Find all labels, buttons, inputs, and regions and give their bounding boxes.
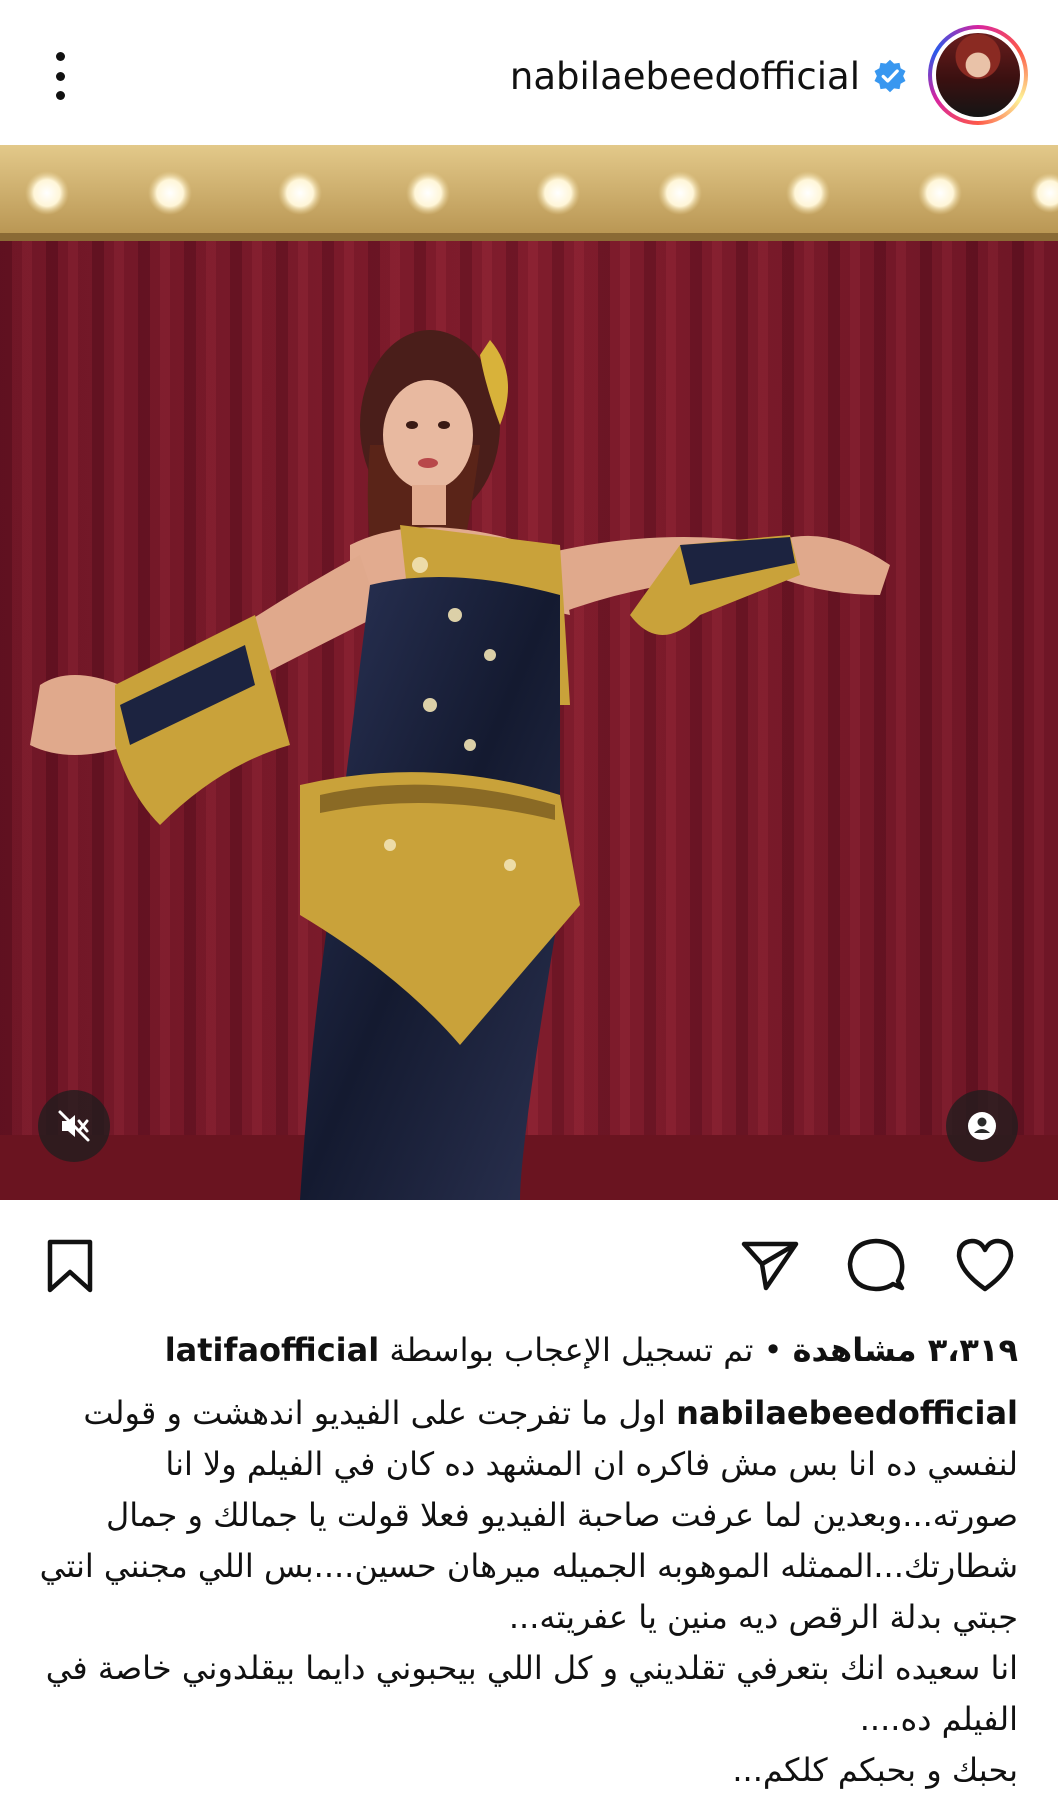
video-frame [0, 145, 1058, 1200]
view-count: ٣،٣١٩ مشاهدة [792, 1331, 1018, 1369]
mute-toggle-button[interactable] [38, 1090, 110, 1162]
post-stats: ٣،٣١٩ مشاهدة • تم تسجيل الإعجاب بواسطة l… [18, 1328, 1018, 1372]
heart-icon[interactable] [955, 1236, 1015, 1296]
caption-line: لنفسي ده انا بس مش فاكره ان المشهد ده كا… [165, 1445, 1018, 1483]
liked-by-user[interactable]: latifaofficial [165, 1331, 380, 1369]
post-header: nabilaebeedofficial [0, 0, 1058, 145]
comment-bubble-icon[interactable] [846, 1236, 906, 1296]
caption-author[interactable]: nabilaebeedofficial [676, 1394, 1018, 1432]
profile-avatar[interactable] [928, 25, 1028, 125]
post-actions [0, 1200, 1058, 1320]
post-author[interactable]: nabilaebeedofficial [510, 48, 908, 104]
caption-text: اول ما تفرجت على الفيديو اندهشت و قولت [83, 1394, 666, 1432]
send-paper-plane-icon[interactable] [740, 1236, 800, 1296]
post-video[interactable] [0, 145, 1058, 1200]
caption-line: بحبك و بحبكم كلكم... [732, 1751, 1018, 1789]
caption-line: جبتي بدلة الرقص ديه منين يا عفريته... [508, 1598, 1018, 1636]
author-username[interactable]: nabilaebeedofficial [510, 55, 860, 98]
caption-line: nabilaebeedofficial اول ما تفرجت على الف… [18, 1388, 1018, 1439]
tagged-users-button[interactable] [946, 1090, 1018, 1162]
verified-badge-icon [874, 59, 906, 93]
stats-separator: • [763, 1331, 783, 1369]
caption-line: انا سعيده انك بتعرفي تقلديني و كل اللي ب… [45, 1649, 1018, 1687]
caption-line: الفيلم ده.... [859, 1700, 1018, 1738]
muted-speaker-icon [58, 1110, 90, 1142]
bookmark-icon[interactable] [40, 1236, 100, 1296]
post-caption: nabilaebeedofficial اول ما تفرجت على الف… [18, 1388, 1018, 1796]
liked-by-prefix: تم تسجيل الإعجاب بواسطة [389, 1331, 754, 1369]
tagged-user-icon [968, 1112, 996, 1140]
caption-line: صورته...وبعدين لما عرفت صاحبة الفيديو فع… [106, 1496, 1018, 1534]
caption-line: شطارتك...الممثله الموهوبه الجميله ميرهان… [39, 1547, 1018, 1585]
more-options-icon[interactable] [40, 48, 80, 104]
